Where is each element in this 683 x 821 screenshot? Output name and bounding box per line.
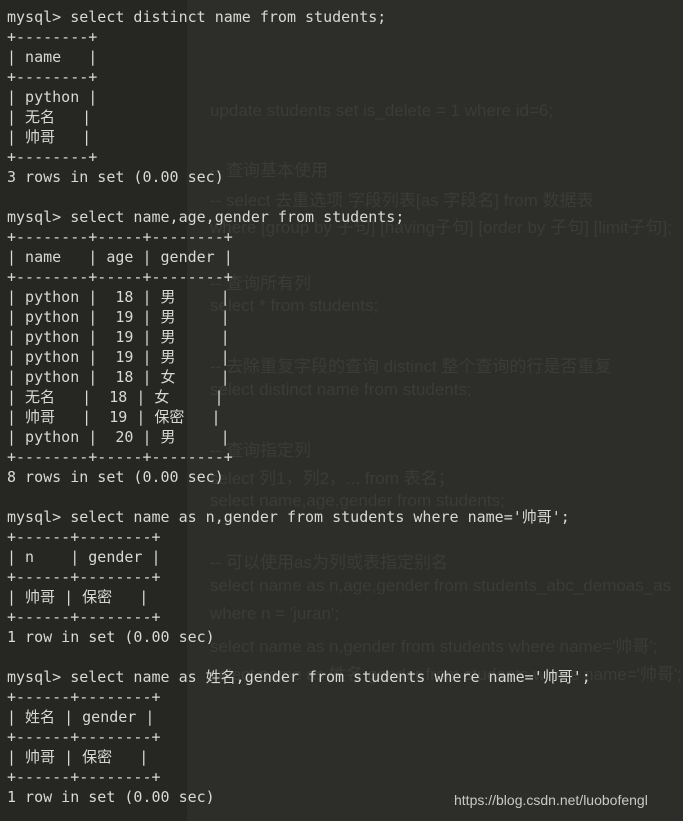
table-row: | python | 19 | 男 | xyxy=(7,348,230,366)
table-row: | python | 18 | 女 | xyxy=(7,368,230,386)
table-row: | 姓名 | gender | xyxy=(7,708,155,726)
output-line: +--------+ xyxy=(7,68,98,86)
table-row: | n | gender | xyxy=(7,548,161,566)
output-line: +------+--------+ xyxy=(7,608,161,626)
mysql-terminal-output: mysql> select distinct name from student… xyxy=(7,7,591,807)
table-row: | 帅哥 | 保密 | xyxy=(7,588,149,606)
command-line: mysql> select name,age,gender from stude… xyxy=(7,208,405,226)
table-row: | 无名 | 18 | 女 | xyxy=(7,388,224,406)
command-line: mysql> select name as 姓名,gender from stu… xyxy=(7,668,591,686)
table-row: | 无名 | xyxy=(7,108,92,126)
table-row: | name | age | gender | xyxy=(7,248,233,266)
output-line: +--------+-----+--------+ xyxy=(7,448,233,466)
output-line: 1 row in set (0.00 sec) xyxy=(7,628,215,646)
table-row: | 帅哥 | xyxy=(7,128,92,146)
command-line: mysql> select name as n,gender from stud… xyxy=(7,508,570,526)
watermark: https://blog.csdn.net/luobofengl xyxy=(454,792,648,808)
output-line: 3 rows in set (0.00 sec) xyxy=(7,168,224,186)
output-line: +--------+-----+--------+ xyxy=(7,228,233,246)
table-row: | 帅哥 | 保密 | xyxy=(7,748,149,766)
table-row: | python | 20 | 男 | xyxy=(7,428,230,446)
output-line: +--------+ xyxy=(7,148,98,166)
table-row: | python | xyxy=(7,88,98,106)
command-line: mysql> select distinct name from student… xyxy=(7,8,387,26)
output-line: +------+--------+ xyxy=(7,768,161,786)
table-row: | 帅哥 | 19 | 保密 | xyxy=(7,408,221,426)
table-row: | python | 19 | 男 | xyxy=(7,308,230,326)
output-line: +--------+ xyxy=(7,28,98,46)
table-row: | name | xyxy=(7,48,98,66)
output-line: +------+--------+ xyxy=(7,528,161,546)
output-line: +------+--------+ xyxy=(7,568,161,586)
output-line: +------+--------+ xyxy=(7,728,161,746)
output-line: +------+--------+ xyxy=(7,688,161,706)
table-row: | python | 19 | 男 | xyxy=(7,328,230,346)
output-line: 8 rows in set (0.00 sec) xyxy=(7,468,224,486)
output-line: +--------+-----+--------+ xyxy=(7,268,233,286)
table-row: | python | 18 | 男 | xyxy=(7,288,230,306)
